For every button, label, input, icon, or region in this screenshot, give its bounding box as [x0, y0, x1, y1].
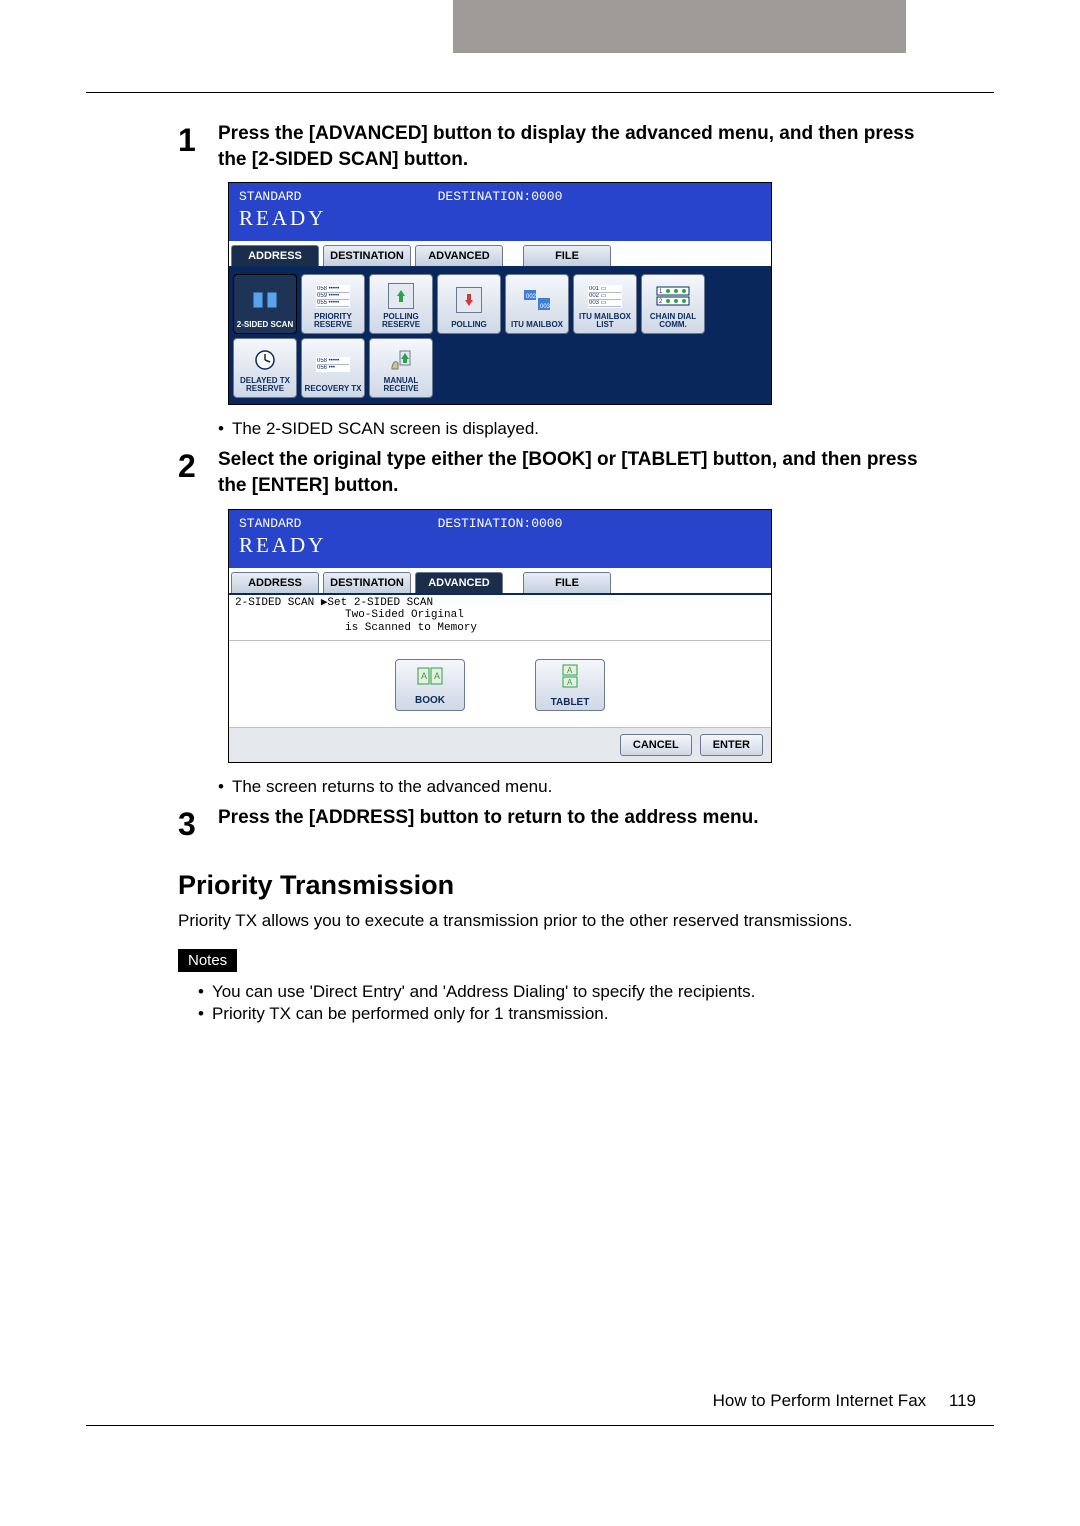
tab-advanced[interactable]: ADVANCED [415, 572, 503, 593]
fax-screen-2sided: STANDARD DESTINATION:0000 READY ADDRESS … [228, 509, 772, 764]
btn-label: TABLET [551, 697, 590, 708]
step-3-number: 3 [178, 805, 218, 840]
notes-badge: Notes [178, 949, 237, 972]
btn-label: BOOK [415, 695, 445, 706]
header-band [453, 0, 906, 53]
tab-advanced[interactable]: ADVANCED [415, 245, 503, 266]
btn-itu-mailbox[interactable]: 002003 ITU MAILBOX [505, 274, 569, 334]
btn-enter[interactable]: ENTER [700, 734, 763, 756]
polling-icon [456, 279, 482, 321]
fax-2sided-body: 2-SIDED SCAN ▶Set 2-SIDED SCAN Two-Sided… [229, 595, 771, 763]
fax-header: STANDARD DESTINATION:0000 READY [229, 183, 771, 241]
fax-advanced-grid: 2-SIDED SCAN 058 •••••059 •••••055 •••••… [229, 268, 771, 404]
btn-cancel[interactable]: CANCEL [620, 734, 692, 756]
btn-label: MANUAL RECEIVE [372, 377, 430, 393]
fax-header: STANDARD DESTINATION:0000 READY [229, 510, 771, 568]
btn-label: RECOVERY TX [305, 385, 362, 393]
chain-dial-icon: 1 2 [656, 279, 690, 313]
svg-text:A: A [421, 671, 427, 681]
context-line-3: is Scanned to Memory [235, 622, 765, 635]
page-frame: 1 Press the [ADVANCED] button to display… [86, 92, 994, 1426]
btn-book[interactable]: AA BOOK [395, 659, 465, 711]
btn-label: ITU MAILBOX LIST [576, 313, 634, 329]
fax-tab-bar: ADDRESS DESTINATION ADVANCED FILE [229, 568, 771, 595]
fax-screen-advanced: STANDARD DESTINATION:0000 READY ADDRESS … [228, 182, 772, 405]
footer-page-number: 119 [949, 1391, 976, 1410]
btn-recovery-tx[interactable]: 058 •••••056 ••• RECOVERY TX [301, 338, 365, 398]
section-desc: Priority TX allows you to execute a tran… [178, 911, 994, 931]
btn-label: PRIORITY RESERVE [304, 313, 362, 329]
tab-file[interactable]: FILE [523, 572, 611, 593]
svg-text:A: A [567, 666, 573, 675]
priority-reserve-icon: 058 •••••059 •••••055 ••••• [316, 279, 350, 313]
itu-mailbox-list-icon: 001 ▭002 ▭003 ▭ [588, 279, 622, 313]
btn-chain-dial[interactable]: 1 2 CHAIN DIAL COMM. [641, 274, 705, 334]
btn-itu-mailbox-list[interactable]: 001 ▭002 ▭003 ▭ ITU MAILBOX LIST [573, 274, 637, 334]
fax-status-destination: DESTINATION:0000 [438, 516, 563, 531]
tab-file[interactable]: FILE [523, 245, 611, 266]
svg-text:002: 002 [526, 294, 537, 300]
btn-priority-reserve[interactable]: 058 •••••059 •••••055 ••••• PRIORITY RES… [301, 274, 365, 334]
fax-footer: CANCEL ENTER [229, 727, 771, 762]
step-3: 3 Press the [ADDRESS] button to return t… [178, 805, 934, 840]
btn-manual-receive[interactable]: MANUAL RECEIVE [369, 338, 433, 398]
btn-tablet[interactable]: AA TABLET [535, 659, 605, 711]
manual-receive-icon [388, 343, 414, 377]
step-3-text: Press the [ADDRESS] button to return to … [218, 805, 934, 840]
step-2: 2 Select the original type either the [B… [178, 447, 934, 498]
book-icon: AA [415, 665, 445, 692]
btn-label: POLLING RESERVE [372, 313, 430, 329]
tab-address[interactable]: ADDRESS [231, 572, 319, 593]
step-1: 1 Press the [ADVANCED] button to display… [178, 121, 934, 172]
btn-polling[interactable]: POLLING [437, 274, 501, 334]
step-1-text: Press the [ADVANCED] button to display t… [218, 121, 934, 172]
fax-status-standard: STANDARD [239, 516, 438, 531]
page-footer: How to Perform Internet Fax 119 [713, 1391, 976, 1411]
footer-title: How to Perform Internet Fax [713, 1391, 927, 1410]
context-line-1: 2-SIDED SCAN ▶Set 2-SIDED SCAN [235, 597, 765, 610]
btn-label: 2-SIDED SCAN [237, 321, 293, 329]
fax-status-standard: STANDARD [239, 189, 438, 204]
itu-mailbox-icon: 002003 [522, 279, 552, 321]
svg-text:A: A [434, 671, 440, 681]
choice-row: AA BOOK AA TABLET [229, 641, 771, 727]
clock-icon [253, 343, 277, 377]
step-2-bullet: The screen returns to the advanced menu. [218, 777, 994, 797]
section-title: Priority Transmission [178, 870, 994, 901]
btn-delayed-tx-reserve[interactable]: DELAYED TX RESERVE [233, 338, 297, 398]
polling-reserve-icon [388, 279, 414, 313]
btn-label: POLLING [451, 321, 487, 329]
fax-ready-label: READY [239, 533, 761, 558]
tablet-icon: AA [559, 663, 581, 694]
two-sided-icon [251, 279, 279, 321]
note-1: You can use 'Direct Entry' and 'Address … [198, 982, 994, 1002]
step-1-bullet: The 2-SIDED SCAN screen is displayed. [218, 419, 994, 439]
fax-ready-label: READY [239, 206, 761, 231]
tab-address[interactable]: ADDRESS [231, 245, 319, 266]
tab-destination[interactable]: DESTINATION [323, 572, 411, 593]
step-2-number: 2 [178, 447, 218, 498]
note-2: Priority TX can be performed only for 1 … [198, 1004, 994, 1024]
svg-text:A: A [567, 678, 573, 687]
btn-2sided-scan[interactable]: 2-SIDED SCAN [233, 274, 297, 334]
btn-label: CHAIN DIAL COMM. [644, 313, 702, 329]
notes-list: You can use 'Direct Entry' and 'Address … [198, 982, 994, 1024]
btn-polling-reserve[interactable]: POLLING RESERVE [369, 274, 433, 334]
context-strip: 2-SIDED SCAN ▶Set 2-SIDED SCAN Two-Sided… [229, 595, 771, 642]
step-1-number: 1 [178, 121, 218, 172]
svg-text:003: 003 [540, 304, 551, 310]
context-line-2: Two-Sided Original [235, 609, 765, 622]
recovery-tx-icon: 058 •••••056 ••• [316, 343, 350, 385]
tab-destination[interactable]: DESTINATION [323, 245, 411, 266]
fax-tab-bar: ADDRESS DESTINATION ADVANCED FILE [229, 241, 771, 268]
fax-status-destination: DESTINATION:0000 [438, 189, 563, 204]
btn-label: ITU MAILBOX [511, 321, 563, 329]
btn-label: DELAYED TX RESERVE [236, 377, 294, 393]
step-2-text: Select the original type either the [BOO… [218, 447, 934, 498]
